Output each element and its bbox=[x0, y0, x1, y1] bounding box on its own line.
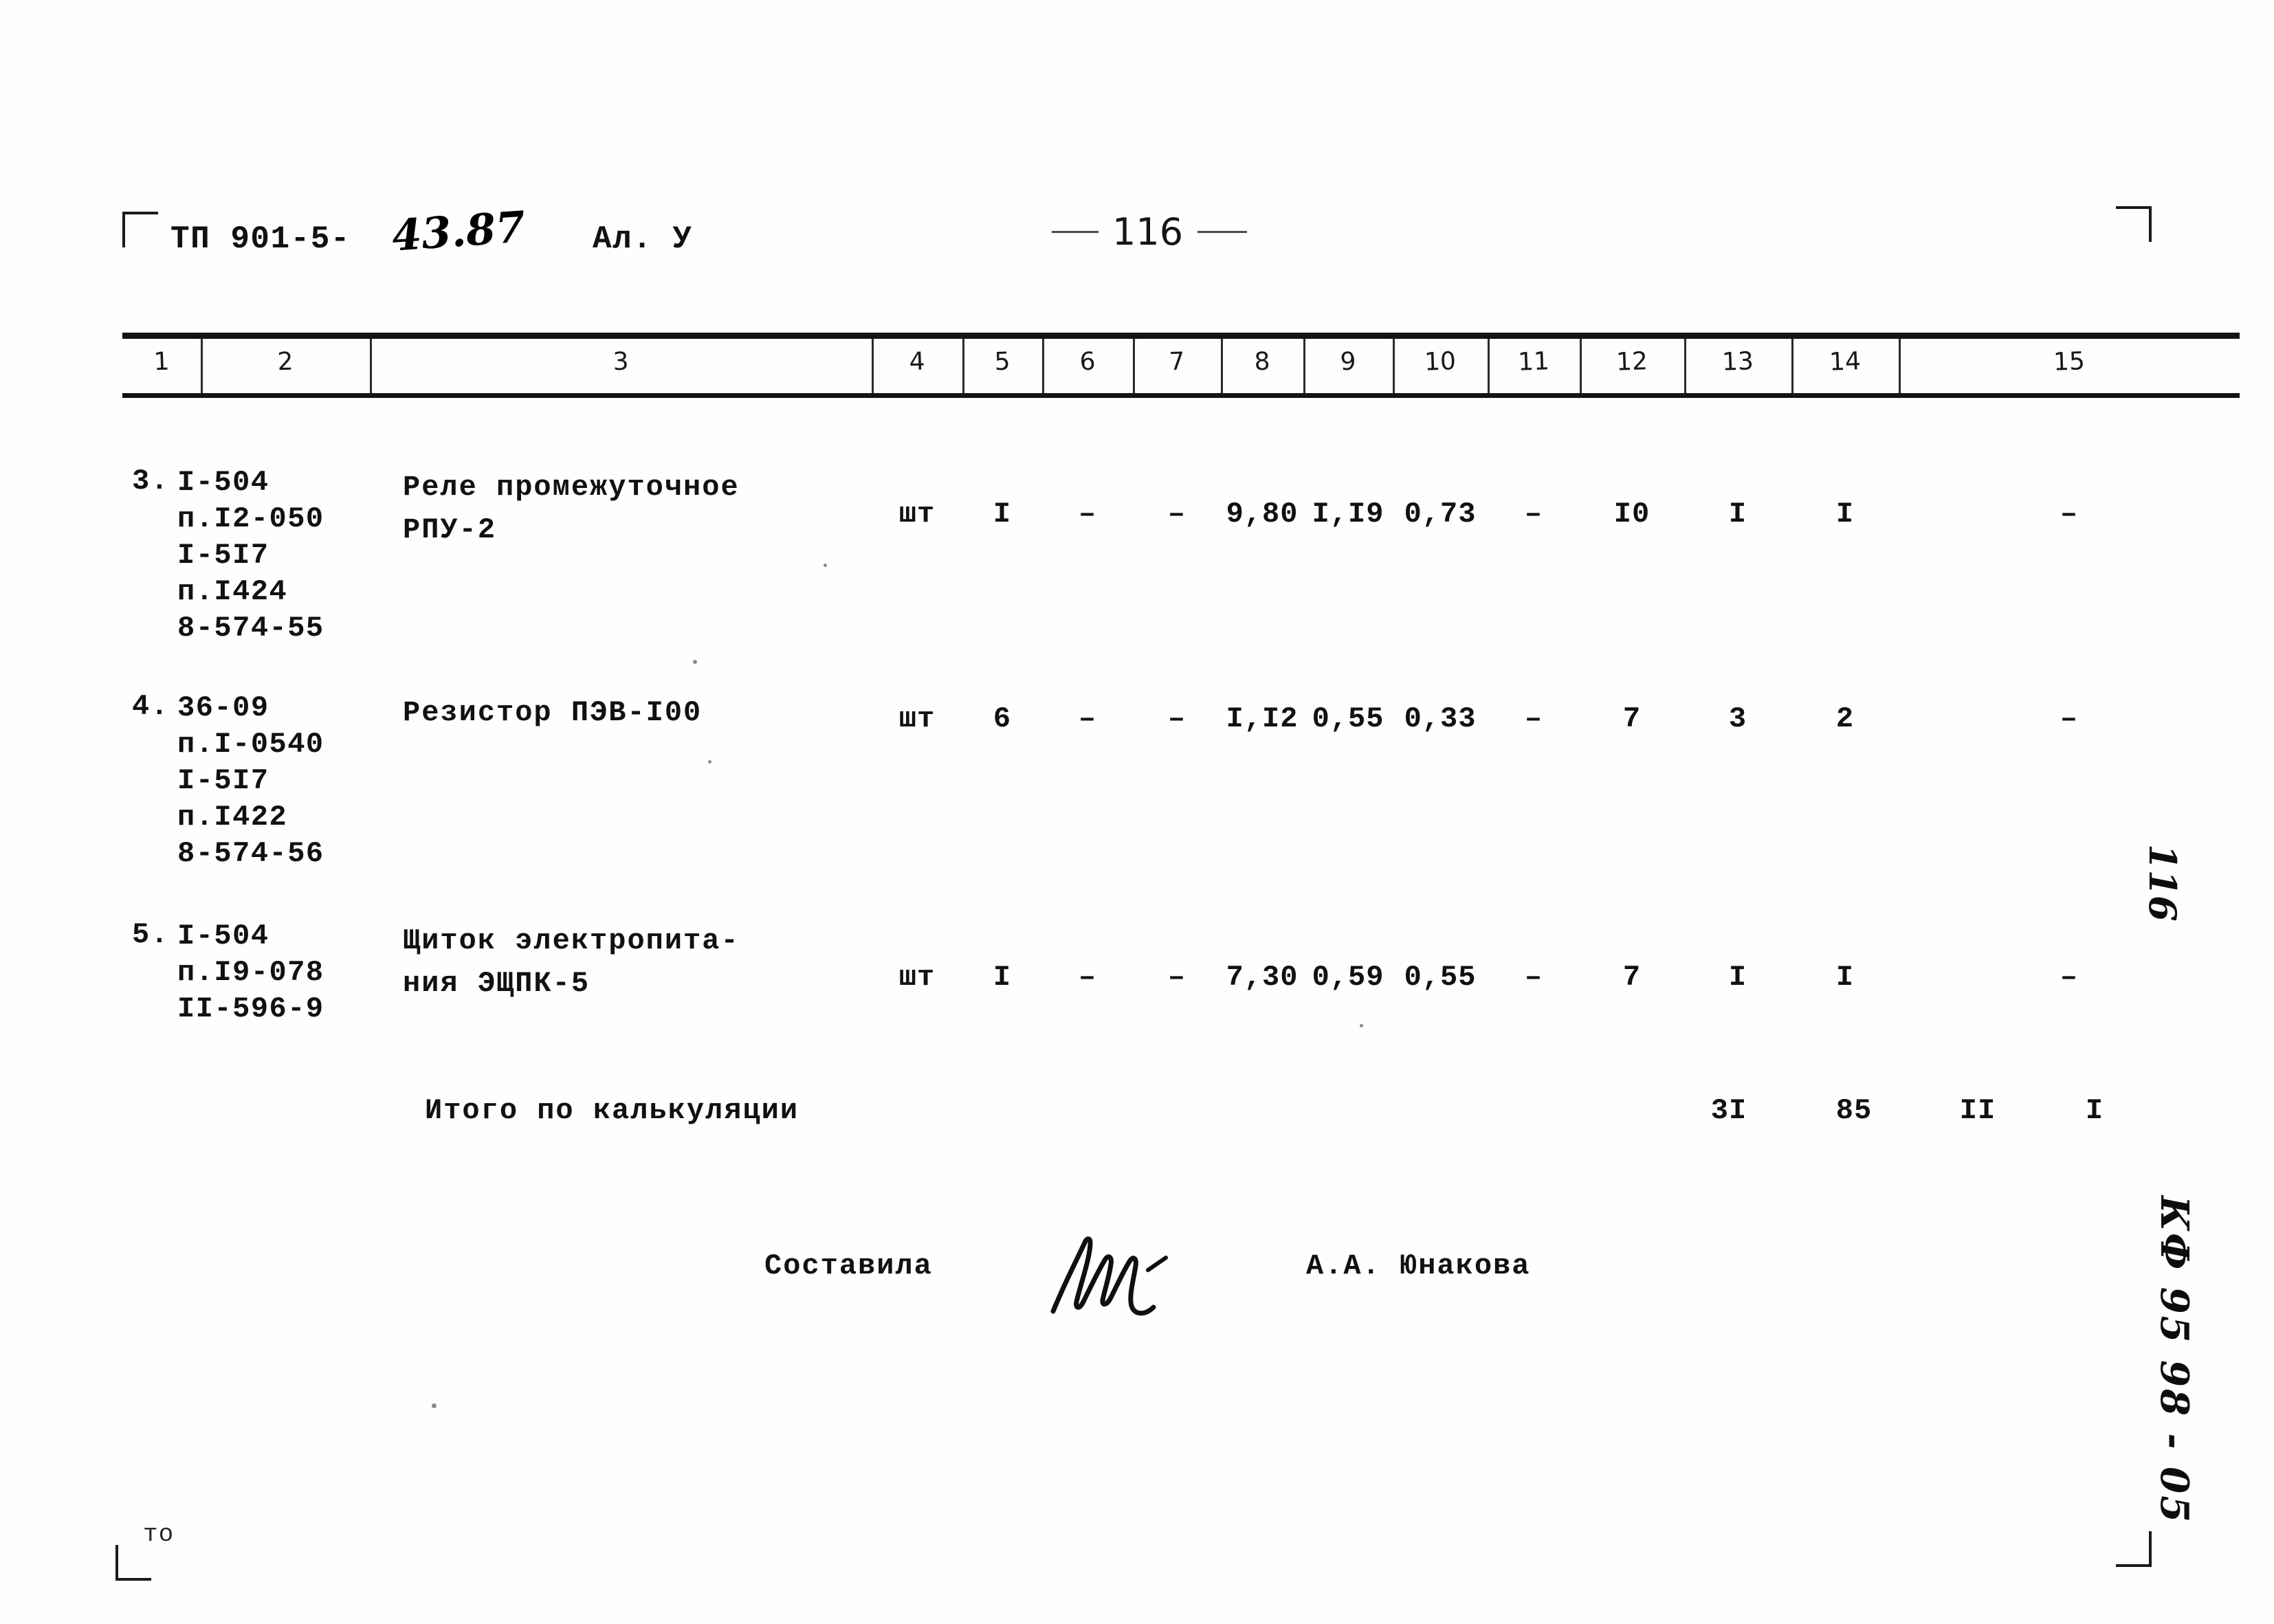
row-cell-col-13: 3 bbox=[1728, 702, 1747, 735]
column-header-13: 13 bbox=[1721, 347, 1754, 377]
row-cell-col-14: I bbox=[1835, 498, 1855, 531]
row-code-block: I-504 п.I9-078 II-596-9 bbox=[177, 920, 324, 1025]
row-cell-col-4: шт bbox=[898, 702, 936, 735]
handwritten-signature-icon bbox=[1050, 1236, 1168, 1316]
column-header-2: 2 bbox=[276, 347, 294, 377]
row-cell-col-10: 0,73 bbox=[1404, 498, 1477, 531]
totals-col-13: 85 bbox=[1835, 1094, 1873, 1127]
scan-speck bbox=[432, 1403, 437, 1408]
row-cell-col-12: 7 bbox=[1622, 961, 1642, 994]
page-number-top: 116 bbox=[1112, 210, 1184, 254]
row-cell-col-7: – bbox=[1167, 702, 1186, 735]
scan-speck bbox=[708, 760, 711, 764]
row-cell-col-8: 9,80 bbox=[1226, 498, 1299, 531]
column-header-14: 14 bbox=[1829, 347, 1862, 377]
row-cell-col-13: I bbox=[1728, 498, 1747, 531]
row-index: 4. bbox=[132, 690, 170, 723]
column-header-7: 7 bbox=[1168, 347, 1186, 377]
document-code: ТП 901-5- bbox=[170, 221, 351, 257]
row-name: Щиток электропита- ния ЭЩПК-5 bbox=[403, 924, 740, 1000]
corner-mark-bottom-left bbox=[115, 1545, 151, 1581]
row-cell-col-13: I bbox=[1728, 961, 1747, 994]
column-header-4: 4 bbox=[908, 347, 926, 377]
row-cell-col-15: – bbox=[2060, 961, 2079, 994]
table-header-band: 1 2 3 4 5 6 7 8 9 10 11 12 13 14 15 bbox=[122, 333, 2240, 398]
row-cell-col-11: – bbox=[1524, 498, 1543, 531]
row-cell-col-12: 7 bbox=[1622, 702, 1642, 735]
row-code-block: 36-09 п.I-0540 I-5I7 п.I422 8-574-56 bbox=[177, 691, 324, 870]
row-index: 3. bbox=[132, 465, 170, 498]
row-cell-col-11: – bbox=[1524, 702, 1543, 735]
row-cell-col-15: – bbox=[2060, 498, 2079, 531]
signature-name: А.А. Юнакова bbox=[1306, 1249, 1531, 1282]
table-rule-top bbox=[122, 333, 2240, 339]
signature-label: Составила bbox=[764, 1249, 933, 1282]
document-code-handwritten: 43.87 bbox=[390, 201, 527, 261]
totals-col-15: I bbox=[2085, 1094, 2104, 1127]
row-cell-col-14: I bbox=[1835, 961, 1855, 994]
column-header-1: 1 bbox=[153, 347, 170, 377]
row-cell-col-6: – bbox=[1078, 961, 1097, 994]
row-cell-col-8: I,I2 bbox=[1226, 702, 1299, 735]
row-cell-col-6: – bbox=[1078, 702, 1097, 735]
column-header-15: 15 bbox=[2053, 347, 2086, 377]
totals-col-14: II bbox=[1959, 1094, 1996, 1127]
row-cell-col-7: – bbox=[1167, 961, 1186, 994]
column-header-9: 9 bbox=[1339, 347, 1357, 377]
scan-speck bbox=[1360, 1024, 1363, 1027]
row-cell-col-14: 2 bbox=[1835, 702, 1855, 735]
row-cell-col-4: шт bbox=[898, 498, 936, 531]
column-header-6: 6 bbox=[1079, 347, 1096, 377]
page-number-dash-left bbox=[1052, 231, 1099, 233]
column-header-8: 8 bbox=[1253, 347, 1271, 377]
margin-page-number: 116 bbox=[2141, 844, 2185, 922]
column-header-11: 11 bbox=[1517, 347, 1550, 377]
row-cell-col-8: 7,30 bbox=[1226, 961, 1299, 994]
corner-mark-top-right bbox=[2116, 206, 2152, 242]
margin-archive-code: КФ 95 98 - 05 bbox=[2152, 1196, 2197, 1525]
table-rule-bottom bbox=[122, 393, 2240, 398]
row-cell-col-5: 6 bbox=[993, 702, 1012, 735]
totals-label: Итого по калькуляции bbox=[425, 1094, 799, 1127]
row-cell-col-15: – bbox=[2060, 702, 2079, 735]
corner-mark-top-left bbox=[122, 212, 158, 247]
scan-speck bbox=[693, 660, 697, 664]
column-header-3: 3 bbox=[612, 347, 630, 377]
row-cell-col-12: I0 bbox=[1613, 498, 1651, 531]
row-cell-col-10: 0,33 bbox=[1404, 702, 1477, 735]
row-cell-col-11: – bbox=[1524, 961, 1543, 994]
row-cell-col-6: – bbox=[1078, 498, 1097, 531]
row-index: 5. bbox=[132, 918, 170, 951]
row-cell-col-9: 0,55 bbox=[1312, 702, 1384, 735]
bottom-stray-text: то bbox=[143, 1520, 175, 1548]
row-cell-col-5: I bbox=[993, 961, 1012, 994]
row-cell-col-9: I,I9 bbox=[1312, 498, 1384, 531]
row-code-block: I-504 п.I2-050 I-5I7 п.I424 8-574-55 bbox=[177, 466, 324, 645]
row-cell-col-4: шт bbox=[898, 961, 936, 994]
page-number-dash-right bbox=[1197, 231, 1247, 233]
row-cell-col-7: – bbox=[1167, 498, 1186, 531]
row-cell-col-10: 0,55 bbox=[1404, 961, 1477, 994]
column-header-10: 10 bbox=[1424, 347, 1457, 377]
row-name: Реле промежуточное РПУ-2 bbox=[403, 471, 740, 546]
column-header-12: 12 bbox=[1615, 347, 1648, 377]
column-header-5: 5 bbox=[993, 347, 1011, 377]
scan-speck bbox=[824, 564, 827, 567]
row-cell-col-5: I bbox=[993, 498, 1012, 531]
row-cell-col-9: 0,59 bbox=[1312, 961, 1384, 994]
corner-mark-bottom-right bbox=[2116, 1531, 2152, 1567]
row-name: Резистор ПЭВ-I00 bbox=[403, 696, 703, 729]
totals-col-12: 3I bbox=[1710, 1094, 1747, 1127]
scanned-page: ТП 901-5- 43.87 Ал. У 116 1 2 3 4 5 6 7 8 9 10 11 1… bbox=[0, 0, 2274, 1624]
album-label: Ал. У bbox=[593, 221, 693, 257]
